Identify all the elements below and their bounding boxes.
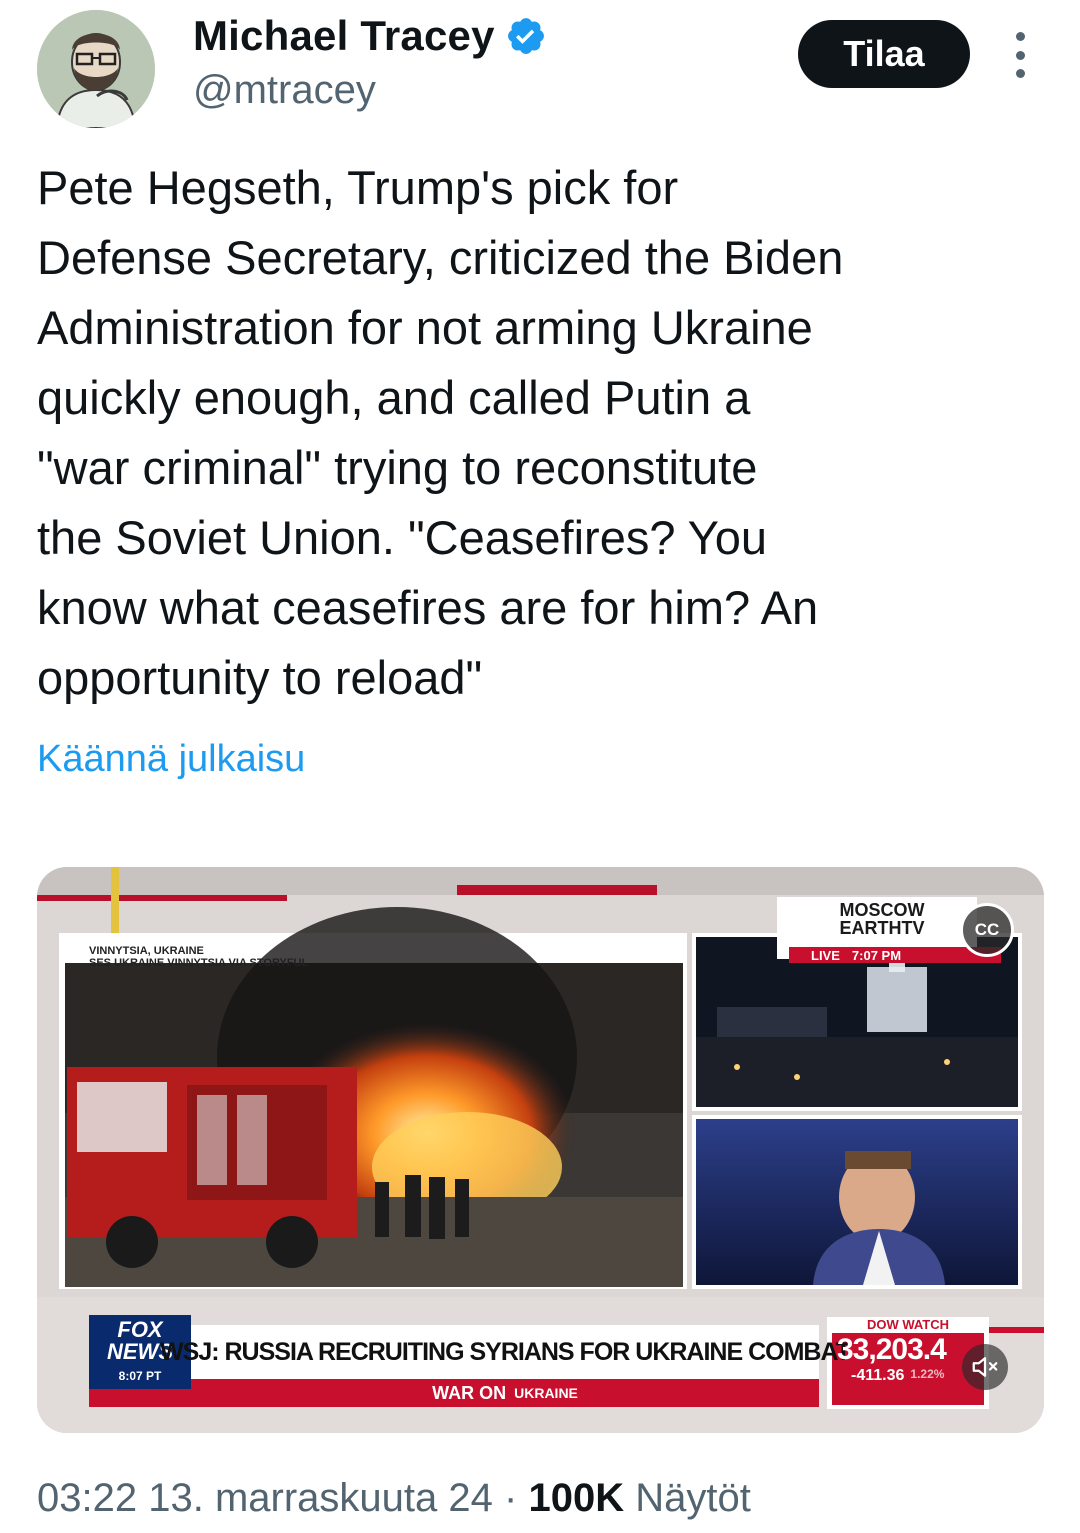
mute-button[interactable] [962,1344,1008,1390]
left-caption-line2: SES UKRAINE VINNYTSIA VIA STORYFUL [89,957,309,969]
author-avatar[interactable] [37,10,155,128]
views-label: Näytöt [635,1476,751,1520]
subheadline-part2: UKRAINE [514,1385,578,1401]
tweet-text: Pete Hegseth, Trump's pick for Defense S… [37,161,844,704]
more-options-icon[interactable] [1005,32,1035,78]
right-caption: MOSCOW EARTHTV [817,901,947,937]
subscribe-button[interactable]: Tilaa [798,20,970,88]
dot [1015,32,1025,41]
author-handle[interactable]: @mtracey [193,68,376,113]
headline: WSJ: RUSSIA RECRUITING SYRIANS FOR UKRAI… [160,1337,851,1366]
author-name[interactable]: Michael Tracey [193,12,495,60]
speaker-muted-icon [972,1357,998,1377]
ticker-change: -411.36 [851,1367,905,1384]
subheadline: WAR ON UKRAINE [191,1379,819,1407]
live-label: LIVE [811,947,840,963]
translate-post-link[interactable]: Käännä julkaisu [37,738,305,781]
tweet-meta: 03:22 13. marraskuuta 24 · 100K Näytöt [37,1476,751,1521]
ticker-pct: 1.22% [910,1367,945,1381]
left-caption: VINNYTSIA, UKRAINE SES UKRAINE VINNYTSIA… [89,945,308,969]
video-player[interactable]: VINNYTSIA, UKRAINE SES UKRAINE VINNYTSIA… [37,867,1044,1433]
tweet-time[interactable]: 03:22 [37,1476,137,1520]
live-time: 7:07 PM [851,947,902,963]
subheadline-part1: WAR ON [432,1382,507,1403]
left-caption-line1: VINNYTSIA, UKRAINE [89,945,204,957]
channel-time: 8:07 PT [118,1369,162,1383]
right-caption-line2: EARTHTV [839,918,925,938]
bearded-man-with-glasses-avatar-icon [37,10,155,128]
meta-separator: · [504,1476,518,1520]
dot [1015,69,1025,78]
tweet-date[interactable]: 13. marraskuuta 24 [148,1476,493,1520]
views-count: 100K [528,1476,625,1520]
author-name-row: Michael Tracey [193,12,547,60]
ticker-title: DOW WATCH [866,1317,950,1332]
right-caption-line1: MOSCOW [839,900,925,920]
closed-captions-button[interactable]: CC [960,903,1014,957]
verified-badge-icon [507,18,544,54]
dot [1015,50,1025,60]
